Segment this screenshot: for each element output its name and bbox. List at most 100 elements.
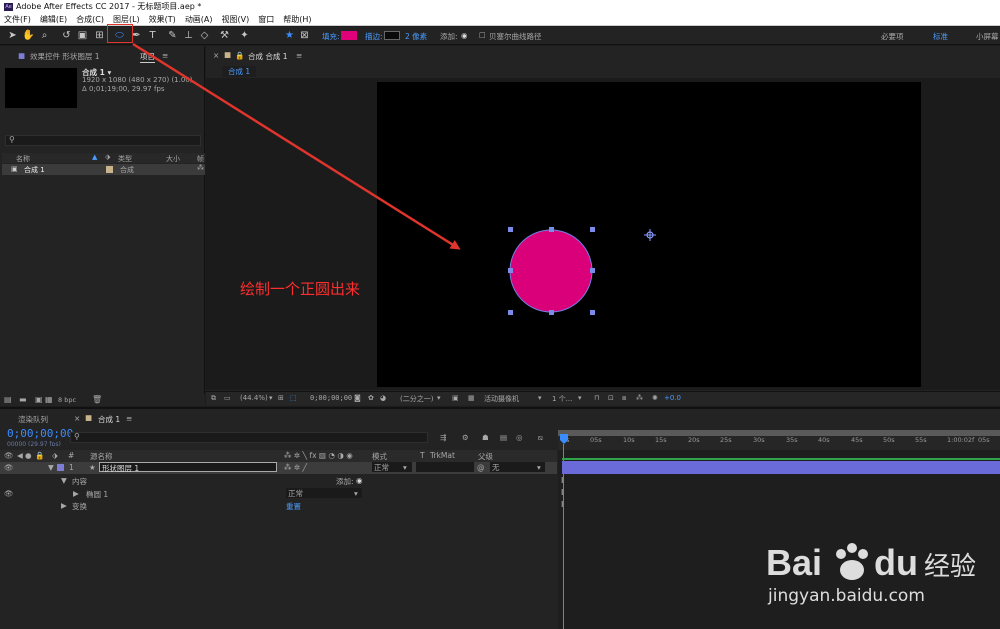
handle-top-left[interactable]: [508, 227, 513, 232]
menu-animation[interactable]: 动画(A): [185, 15, 213, 24]
new-comp-icon[interactable]: ▣: [35, 395, 43, 404]
menu-layer[interactable]: 图层(L): [113, 15, 140, 24]
timeline-icon[interactable]: ⧈: [622, 394, 626, 403]
ellipse-mode-chevron-icon[interactable]: ▾: [354, 489, 358, 498]
handle-left[interactable]: [508, 268, 513, 273]
col-source-name[interactable]: 源名称: [90, 451, 113, 462]
menu-view[interactable]: 视图(V): [222, 15, 250, 24]
show-snapshot-icon[interactable]: ✿: [368, 394, 374, 402]
menu-composition[interactable]: 合成(C): [76, 15, 104, 24]
bezier-checkbox-icon[interactable]: ☐: [479, 31, 486, 40]
graph-editor-icon[interactable]: ⧅: [538, 433, 543, 443]
layer-name-field[interactable]: 形状图层 1: [99, 462, 277, 473]
frame-blending-icon[interactable]: ▤: [500, 433, 507, 442]
project-item-row[interactable]: ▣ 合成 1 合成 ⁂: [2, 164, 205, 175]
col-frame[interactable]: 帧: [197, 154, 204, 164]
timeline-menu-icon[interactable]: ≡: [126, 414, 132, 423]
parent-chevron-icon[interactable]: ▾: [537, 463, 541, 472]
zoom-chevron-icon[interactable]: ▾: [269, 394, 273, 402]
handle-top[interactable]: [549, 227, 554, 232]
layer-switches[interactable]: ⁂ ✲ ╱: [284, 463, 307, 472]
channel-icon[interactable]: ◕: [380, 394, 386, 402]
tab-render-queue[interactable]: 渲染队列: [18, 414, 48, 425]
close-timeline-tab-icon[interactable]: ×: [74, 414, 80, 423]
views-chevron-icon[interactable]: ▾: [578, 394, 582, 402]
workspace-small-screen[interactable]: 小屏幕: [976, 31, 999, 42]
mask-visibility-icon[interactable]: ⬚: [290, 394, 297, 402]
layer-duration-bar[interactable]: [562, 461, 1000, 474]
mode-chevron-icon[interactable]: ▾: [403, 463, 407, 472]
exposure-icon[interactable]: ✺: [652, 394, 658, 402]
rotate-tool-icon[interactable]: ↺: [60, 29, 73, 42]
toggle-pixel-icon[interactable]: ⊓: [594, 394, 599, 402]
menu-edit[interactable]: 编辑(E): [40, 15, 67, 24]
brush-tool-icon[interactable]: ✎: [166, 29, 179, 42]
fast-preview-icon[interactable]: ⊡: [608, 394, 614, 402]
comp-subtab[interactable]: 合成 1: [222, 66, 257, 77]
stroke-width-value[interactable]: 2 像素: [405, 31, 427, 42]
comp-panel-menu-icon[interactable]: ≡: [296, 51, 302, 60]
menu-effect[interactable]: 效果(T): [149, 15, 176, 24]
viewer-timecode[interactable]: 0;00;00;00: [310, 394, 352, 402]
handle-right[interactable]: [590, 268, 595, 273]
resolution-dropdown[interactable]: (二分之一): [400, 394, 433, 404]
delete-icon[interactable]: 🗑: [92, 395, 102, 404]
fill-color-swatch[interactable]: [341, 31, 357, 40]
menu-window[interactable]: 窗口: [258, 15, 274, 24]
menu-file[interactable]: 文件(F): [4, 15, 31, 24]
handle-top-right[interactable]: [590, 227, 595, 232]
comp-mini-flowchart-icon[interactable]: ⇶: [440, 433, 446, 442]
motion-blur-icon[interactable]: ◎: [516, 433, 523, 442]
layer-visibility-icon[interactable]: 👁: [4, 463, 14, 472]
panel-menu-icon[interactable]: ≡: [162, 51, 168, 60]
layer-twirl-icon[interactable]: ▼: [48, 463, 54, 472]
trkmat-field[interactable]: [416, 462, 474, 472]
add-icon[interactable]: ◉: [356, 476, 363, 485]
grid-icon[interactable]: ⊞: [278, 394, 284, 402]
contents-row[interactable]: ▼ 内容 添加: ◉: [0, 475, 557, 487]
camera-dropdown[interactable]: 活动摄像机: [484, 394, 519, 404]
exposure-value[interactable]: +0.0: [664, 394, 681, 402]
label-color-swatch[interactable]: [106, 166, 113, 173]
new-folder-icon[interactable]: ▬: [19, 395, 27, 404]
tab-composition[interactable]: 合成 合成 1: [248, 51, 288, 62]
project-search-input[interactable]: ⚲: [5, 135, 201, 146]
reset-link[interactable]: 重置: [286, 501, 301, 512]
puppet-tool-icon[interactable]: ✦: [238, 29, 251, 42]
pan-behind-tool-icon[interactable]: ⊞: [93, 29, 106, 42]
selection-tool-icon[interactable]: ➤: [6, 29, 19, 42]
monitor-icon[interactable]: ▭: [224, 394, 231, 402]
handle-bottom-left[interactable]: [508, 310, 513, 315]
add-label[interactable]: 添加:: [440, 31, 458, 42]
clone-stamp-tool-icon[interactable]: ⊥: [182, 29, 195, 42]
timeline-search-input[interactable]: ⚲: [70, 432, 428, 443]
views-dropdown[interactable]: 1 个...: [552, 394, 572, 404]
time-ruler[interactable]: 0s 05s 10s 15s 20s 25s 30s 35s 40s 45s 5…: [558, 436, 1000, 450]
transparency-grid-icon[interactable]: ▦: [468, 394, 475, 402]
project-settings-icon[interactable]: ▦: [45, 395, 53, 404]
text-tool-icon[interactable]: T: [146, 29, 159, 42]
tab-effect-controls[interactable]: 效果控件 形状图层 1: [30, 51, 100, 62]
col-type[interactable]: 类型: [118, 154, 132, 164]
tab-project[interactable]: 项目: [140, 51, 155, 63]
always-preview-icon[interactable]: ⧉: [211, 394, 216, 403]
col-trkmat[interactable]: TrkMat: [430, 451, 455, 460]
handle-bottom[interactable]: [549, 310, 554, 315]
col-parent[interactable]: 父级: [478, 451, 493, 462]
eraser-tool-icon[interactable]: ◇: [198, 29, 211, 42]
anchor-point-icon[interactable]: [644, 229, 656, 241]
workspace-essentials[interactable]: 必要项: [881, 31, 904, 42]
current-timecode[interactable]: 0;00;00;00: [7, 427, 73, 440]
shy-layers-icon[interactable]: ☗: [482, 433, 489, 442]
transform-twirl-icon[interactable]: ▶: [61, 501, 67, 510]
resolution-chevron-icon[interactable]: ▾: [437, 394, 441, 402]
star-shape-icon[interactable]: ★: [283, 29, 296, 42]
camera-tool-icon[interactable]: ▣: [76, 29, 89, 42]
col-mode[interactable]: 模式: [372, 451, 387, 462]
menu-help[interactable]: 帮助(H): [283, 15, 311, 24]
layer-row[interactable]: 👁 ▼ 1 ★ 形状图层 1 ⁂ ✲ ╱ 正常 ▾ @ 无 ▾: [0, 462, 557, 474]
camera-chevron-icon[interactable]: ▾: [538, 394, 542, 402]
contents-twirl-icon[interactable]: ▼: [61, 476, 67, 485]
col-size[interactable]: 大小: [166, 154, 180, 164]
add-chevron-icon[interactable]: ◉: [461, 31, 468, 40]
